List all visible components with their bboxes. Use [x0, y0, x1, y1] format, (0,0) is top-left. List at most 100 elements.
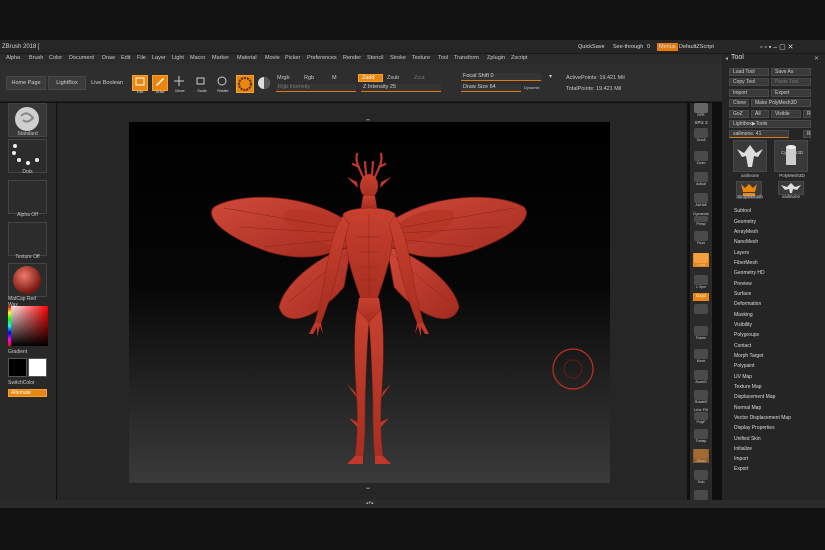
- menu-tool[interactable]: Tool: [438, 55, 448, 61]
- subpalette-masking[interactable]: Masking: [734, 312, 753, 318]
- zsub-toggle[interactable]: Zsub: [387, 75, 399, 81]
- alternate-toggle[interactable]: Alternate: [8, 389, 47, 397]
- current-tool-slider[interactable]: xailmone. 41: [729, 130, 789, 138]
- actual-button[interactable]: Actual: [693, 172, 709, 186]
- tool-palette-title[interactable]: Tool: [731, 54, 744, 61]
- tool-thumb-cylinder[interactable]: [774, 140, 808, 172]
- bottom-shelf-handle-icon[interactable]: ▴▾▴: [366, 500, 374, 506]
- subpalette-layers[interactable]: Layers: [734, 250, 749, 256]
- floor-button[interactable]: Floor: [693, 231, 709, 245]
- subpalette-subtool[interactable]: Subtool: [734, 208, 751, 214]
- subpalette-arraymesh[interactable]: ArrayMesh: [734, 229, 758, 235]
- menu-preferences[interactable]: Preferences: [307, 55, 337, 61]
- menu-draw[interactable]: Draw: [102, 55, 115, 61]
- menu-render[interactable]: Render: [343, 55, 361, 61]
- gxyz-button[interactable]: Gxyz: [693, 293, 709, 301]
- menu-stencil[interactable]: Stencil: [367, 55, 384, 61]
- make-polymesh-button[interactable]: Make PolyMesh3D: [751, 99, 811, 107]
- subpalette-import[interactable]: Import: [734, 456, 748, 462]
- zadd-toggle[interactable]: Zadd: [358, 74, 383, 82]
- sphere-material-button[interactable]: [236, 75, 254, 93]
- menu-picker[interactable]: Picker: [285, 55, 300, 61]
- subpalette-normal-map[interactable]: Normal Map: [734, 405, 761, 411]
- dynamic-toggle[interactable]: Dynamic: [524, 85, 540, 90]
- aahalf-button[interactable]: AAHalf: [693, 193, 709, 207]
- palette-collapse-icon[interactable]: ◂: [725, 55, 728, 62]
- home-page-button[interactable]: Home Page: [6, 76, 46, 90]
- palette-close-icon[interactable]: ✕: [814, 55, 819, 62]
- menu-stroke[interactable]: Stroke: [390, 55, 406, 61]
- subpalette-contact[interactable]: Contact: [734, 343, 751, 349]
- lightbox-button[interactable]: LightBox: [48, 76, 86, 90]
- document-viewport[interactable]: [129, 122, 610, 483]
- rgb-toggle[interactable]: Rgb: [304, 75, 314, 81]
- ghost-button[interactable]: Ghost: [693, 449, 709, 463]
- menu-zscript[interactable]: Zscript: [511, 55, 528, 61]
- subpalette-visibility[interactable]: Visibility: [734, 322, 752, 328]
- subpalette-preview[interactable]: Preview: [734, 281, 752, 287]
- local-button[interactable]: Local: [693, 253, 709, 267]
- tool-thumb-xailmone-2[interactable]: [778, 181, 804, 195]
- menu-zplugin[interactable]: Zplugin: [487, 55, 505, 61]
- solo-button[interactable]: Solo: [693, 470, 709, 484]
- scroll-button[interactable]: Scroll: [693, 128, 709, 142]
- switch-color-button[interactable]: SwitchColor: [8, 380, 35, 386]
- subpalette-displacement-map[interactable]: Displacement Map: [734, 394, 775, 400]
- frame-button[interactable]: Frame: [693, 326, 709, 340]
- secondary-color-swatch[interactable]: [28, 358, 47, 377]
- export-button[interactable]: Export: [771, 89, 811, 97]
- subpalette-nanomesh[interactable]: NanoMesh: [734, 239, 758, 245]
- menu-movie[interactable]: Movie: [265, 55, 280, 61]
- menu-material[interactable]: Material: [237, 55, 257, 61]
- load-tool-button[interactable]: Load Tool: [729, 68, 769, 76]
- canvas-top-handle[interactable]: ▾▾: [366, 117, 376, 122]
- zoomd-button[interactable]: ZoomD: [693, 370, 709, 384]
- scale-mode-button[interactable]: Scale: [194, 75, 210, 93]
- visible-button[interactable]: Visible: [771, 110, 801, 118]
- save-as-button[interactable]: Save As: [771, 68, 811, 76]
- quicksave-button[interactable]: QuickSave: [578, 44, 605, 50]
- transp-button[interactable]: Transp: [693, 429, 709, 443]
- goz-button[interactable]: GoZ: [729, 110, 749, 118]
- clone-button[interactable]: Clone: [729, 99, 749, 107]
- zcut-toggle[interactable]: Zcut: [414, 75, 425, 81]
- subpalette-polypaint[interactable]: Polypaint: [734, 363, 755, 369]
- menu-edit[interactable]: Edit: [121, 55, 130, 61]
- subpalette-texture-map[interactable]: Texture Map: [734, 384, 762, 390]
- menu-macro[interactable]: Macro: [190, 55, 205, 61]
- move-view-button[interactable]: Move: [693, 349, 709, 363]
- m-toggle[interactable]: M: [332, 75, 337, 81]
- mrgb-toggle[interactable]: Mrgb: [277, 75, 290, 81]
- move-mode-button[interactable]: Move: [172, 75, 188, 93]
- lsym-button[interactable]: L.Sym: [693, 275, 709, 289]
- gradient-label[interactable]: Gradient: [8, 349, 27, 355]
- menus-button[interactable]: Menus: [657, 43, 678, 51]
- menu-texture[interactable]: Texture: [412, 55, 430, 61]
- subpalette-deformation[interactable]: Deformation: [734, 301, 761, 307]
- r-button[interactable]: R: [803, 110, 811, 118]
- rotate-mode-button[interactable]: Rotate: [215, 75, 231, 93]
- default-zscript-button[interactable]: DefaultZScript: [679, 44, 714, 50]
- subpalette-geometry[interactable]: Geometry: [734, 219, 756, 225]
- all-button[interactable]: All: [751, 110, 769, 118]
- edit-mode-button[interactable]: Edit: [132, 75, 148, 94]
- subpalette-export[interactable]: Export: [734, 466, 748, 472]
- focal-shift-slider[interactable]: Focal Shift 0: [461, 73, 541, 81]
- draw-mode-button[interactable]: Draw: [152, 75, 168, 94]
- subpalette-display-properties[interactable]: Display Properties: [734, 425, 775, 431]
- subpalette-polygroups[interactable]: Polygroups: [734, 332, 759, 338]
- subpalette-fibermesh[interactable]: FiberMesh: [734, 260, 758, 266]
- line-fill-button[interactable]: Line Fill PolyF: [693, 407, 709, 424]
- bpr-button[interactable]: BPR: [693, 103, 709, 117]
- alpha-selector[interactable]: [8, 180, 47, 214]
- material-selector[interactable]: [8, 263, 47, 297]
- stroke-selector[interactable]: [8, 139, 47, 173]
- menu-marker[interactable]: Marker: [212, 55, 229, 61]
- zoom-button[interactable]: Zoom: [693, 151, 709, 165]
- primary-color-swatch[interactable]: [8, 358, 27, 377]
- tool-thumb-xailmone[interactable]: [733, 140, 767, 172]
- menu-layer[interactable]: Layer: [152, 55, 166, 61]
- menu-transform[interactable]: Transform: [454, 55, 479, 61]
- menu-light[interactable]: Light: [172, 55, 184, 61]
- draw-size-slider[interactable]: Draw Size 64: [461, 84, 521, 92]
